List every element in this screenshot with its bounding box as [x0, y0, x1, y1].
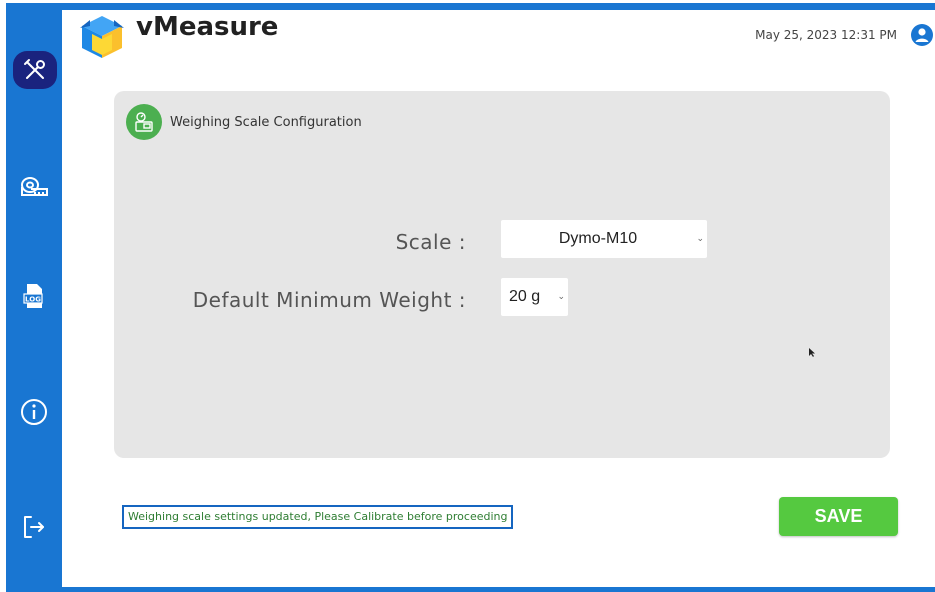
save-button[interactable]: SAVE	[779, 497, 898, 536]
weighing-scale-icon	[135, 112, 153, 132]
sidebar-item-info[interactable]	[6, 392, 62, 432]
info-icon	[21, 399, 47, 425]
sidebar-item-measure[interactable]	[6, 167, 62, 207]
cube-logo-icon	[80, 16, 124, 58]
min-weight-label: Default Minimum Weight :	[192, 288, 466, 312]
scale-badge	[126, 104, 162, 140]
scale-label: Scale :	[395, 230, 466, 254]
sidebar-item-settings[interactable]	[13, 51, 57, 89]
status-message: Weighing scale settings updated, Please …	[122, 505, 514, 529]
header: vMeasure May 25, 2023 12:31 PM	[62, 10, 935, 64]
log-icon-label: LOG	[25, 296, 41, 304]
log-icon: LOG	[23, 284, 43, 308]
panel-title: Weighing Scale Configuration	[170, 115, 362, 130]
user-account-icon[interactable]	[911, 24, 933, 46]
min-weight-select[interactable]: 20 g ⌄	[501, 278, 568, 316]
bottom-border	[6, 587, 935, 592]
measuring-tape-icon	[21, 177, 48, 196]
top-border	[6, 3, 935, 10]
sidebar: LOG	[6, 3, 62, 592]
mouse-cursor-icon	[809, 348, 815, 357]
sidebar-item-log[interactable]: LOG	[6, 276, 62, 316]
tools-icon	[24, 59, 45, 79]
logout-icon	[24, 516, 44, 538]
app-title: vMeasure	[136, 12, 279, 42]
scale-config-panel: Weighing Scale Configuration Scale : Dym…	[114, 91, 890, 458]
min-weight-select-value: 20 g	[509, 288, 541, 305]
scale-select[interactable]: Dymo-M10 ⌄	[501, 220, 707, 258]
datetime-display: May 25, 2023 12:31 PM	[755, 28, 897, 42]
sidebar-item-logout[interactable]	[6, 507, 62, 547]
chevron-down-icon: ⌄	[696, 233, 704, 243]
chevron-down-icon: ⌄	[557, 291, 565, 301]
scale-select-value: Dymo-M10	[558, 230, 638, 247]
